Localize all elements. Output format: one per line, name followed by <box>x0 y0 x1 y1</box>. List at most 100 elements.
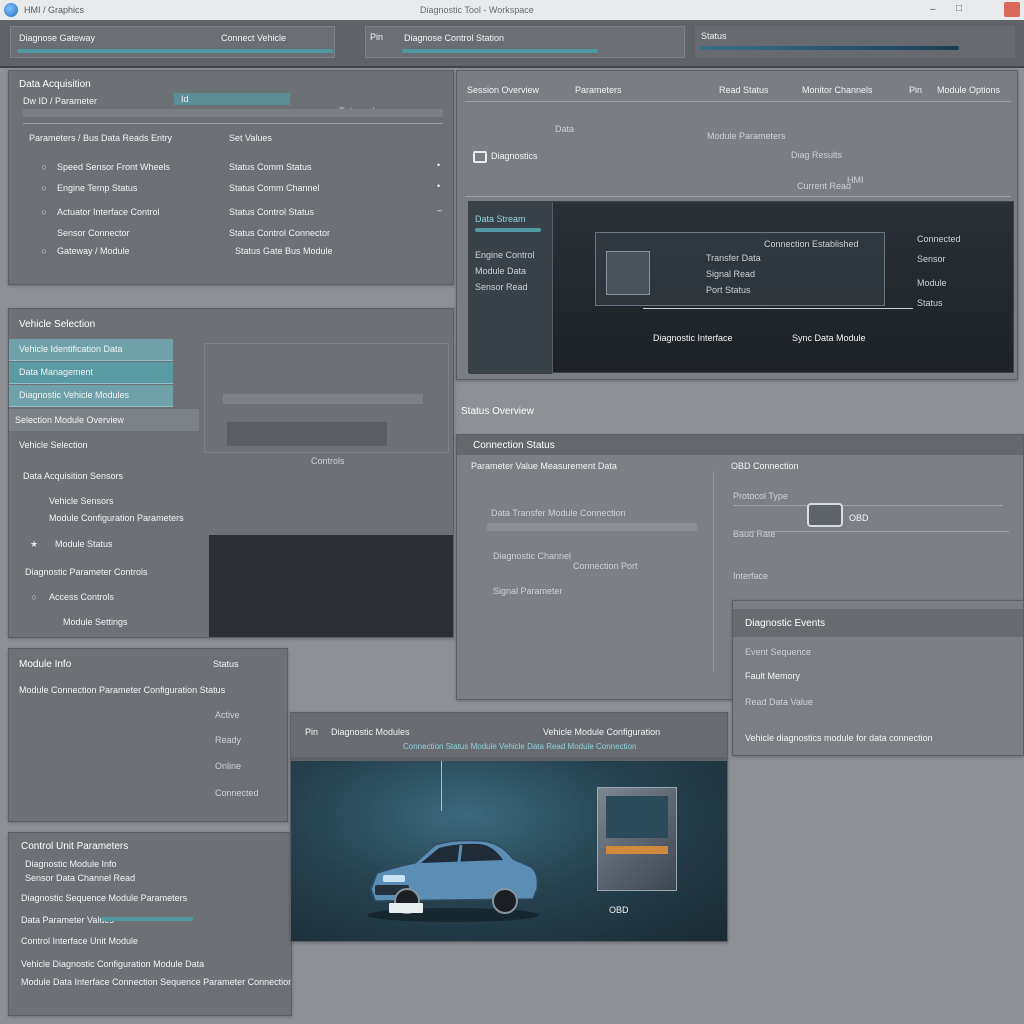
tab-session[interactable]: Session Overview <box>467 85 539 95</box>
module-info-panel: Module Info Status Module Connection Par… <box>8 648 288 822</box>
right-field-label: Protocol Type <box>733 491 788 501</box>
module-overview-row[interactable]: Selection Module Overview <box>9 409 199 431</box>
col-right: Current Read <box>797 181 852 191</box>
toolbar-status-label: Status <box>701 31 727 41</box>
vehicle-selection-panel: Vehicle Selection Vehicle Identification… <box>8 308 454 638</box>
list-item[interactable]: Data Acquisition Sensors <box>23 471 123 481</box>
row-right[interactable]: Status Gate Bus Module <box>235 246 333 256</box>
menu-data-management[interactable]: Data Management <box>9 362 173 384</box>
vehicle-tab-modules[interactable]: Diagnostic Modules <box>331 727 410 737</box>
filter-label: Dw ID / Parameter <box>23 96 98 106</box>
preview-pane <box>209 535 453 637</box>
screen-sidebar-title: Data Stream <box>475 214 526 224</box>
toolbar-control-label: Diagnose Control Station <box>404 33 505 43</box>
list-item[interactable]: Module Settings <box>63 617 128 627</box>
content-area <box>204 343 449 453</box>
session-panel: Session Overview Parameters Read Status … <box>456 70 1018 380</box>
subheader-left: Parameters / Bus Data Reads Entry <box>29 133 173 143</box>
row-bullet-icon: ○ <box>41 183 47 193</box>
screen-sidebar-item[interactable]: Engine Control <box>475 250 535 260</box>
module-info-title: Module Info <box>19 659 72 670</box>
list-item[interactable]: Access Controls <box>49 592 114 602</box>
screen-dialog: Connection Established Transfer Data Sig… <box>595 232 885 306</box>
row-right[interactable]: Status Comm Status <box>229 162 312 172</box>
content-field[interactable] <box>223 394 423 404</box>
window-tab-label[interactable]: HMI / Graphics <box>24 5 84 15</box>
vehicle-tab-configuration[interactable]: Vehicle Module Configuration <box>543 727 660 737</box>
right-header: OBD Connection <box>731 461 799 471</box>
control-unit-line: Module Data Interface Connection Sequenc… <box>21 977 292 987</box>
field-label: Connection Port <box>573 561 638 571</box>
diagnostic-screen: Data Stream Engine Control Module Data S… <box>468 201 1014 374</box>
connection-status-title: Connection Status <box>473 440 555 451</box>
status-overview-caption: Status Overview <box>461 406 534 417</box>
screen-bottom-left: Diagnostic Interface <box>653 333 733 343</box>
screen-sidebar-bar <box>475 228 541 232</box>
list-item[interactable]: Module Configuration Parameters <box>49 513 184 523</box>
dialog-title: Connection Established <box>764 239 859 249</box>
control-unit-title: Control Unit Parameters <box>21 841 129 852</box>
controls-label: Controls <box>311 456 345 466</box>
data-acquisition-title: Data Acquisition <box>19 79 91 90</box>
filter-input[interactable] <box>174 93 290 105</box>
tab-parameters[interactable]: Parameters <box>575 85 622 95</box>
tab-module-options[interactable]: Module Options <box>937 85 1000 95</box>
row-right[interactable]: Status Comm Channel <box>229 183 320 193</box>
row-bullet-icon: ○ <box>41 246 47 256</box>
event-item[interactable]: Fault Memory <box>745 671 800 681</box>
search-field[interactable] <box>23 109 443 117</box>
vehicle-selection-subheader: Vehicle Selection <box>19 440 88 450</box>
row-left[interactable]: Speed Sensor Front Wheels <box>57 162 170 172</box>
tab-monitor[interactable]: Monitor Channels <box>802 85 873 95</box>
list-item[interactable]: Vehicle Sensors <box>49 496 114 506</box>
toolbar-section-gateway[interactable]: Diagnose Gateway Connect Vehicle <box>10 26 335 58</box>
diagnostic-device <box>597 787 677 891</box>
screen-sidebar-item[interactable]: Module Data <box>475 266 526 276</box>
toolbar-section-status[interactable]: Status <box>695 26 1015 58</box>
right-field-line <box>733 505 1003 506</box>
dialog-line: Port Status <box>706 285 751 295</box>
toolbar-section-control[interactable]: Pin Diagnose Control Station <box>365 26 685 58</box>
diagnostic-events-title: Diagnostic Events <box>745 618 826 629</box>
vehicle-tab-pin[interactable]: Pin <box>305 727 318 737</box>
minimize-button[interactable]: – <box>930 4 936 15</box>
right-field-line <box>733 531 1009 532</box>
list-item[interactable]: Diagnostic Parameter Controls <box>25 567 148 577</box>
tab-pin[interactable]: Pin <box>909 85 922 95</box>
maximize-button[interactable]: □ <box>956 3 962 14</box>
menu-vehicle-id[interactable]: Vehicle Identification Data <box>9 339 173 361</box>
row-marker: • <box>437 181 441 191</box>
license-plate <box>389 903 423 913</box>
diagnostics-logo-label: Diagnostics <box>491 151 538 161</box>
content-field[interactable] <box>227 422 387 446</box>
module-info-value: Active <box>215 710 240 720</box>
screen-sidebar-item[interactable]: Sensor Read <box>475 282 528 292</box>
menu-diagnostic-modules[interactable]: Diagnostic Vehicle Modules <box>9 385 173 407</box>
main-toolbar: Diagnose Gateway Connect Vehicle Pin Dia… <box>0 20 1024 68</box>
col-mid: Module Parameters <box>707 131 786 141</box>
field-input[interactable] <box>487 523 697 531</box>
obd-plug-label: OBD <box>849 513 869 523</box>
vehicle-visual-header: Pin Diagnostic Modules Vehicle Module Co… <box>291 713 727 757</box>
cable-line <box>441 761 442 811</box>
module-info-value: Connected <box>215 788 259 798</box>
tab-read-status[interactable]: Read Status <box>719 85 769 95</box>
app-logo-icon <box>4 3 18 17</box>
toolbar-control-bar <box>402 49 598 53</box>
event-item[interactable]: Event Sequence <box>745 647 811 657</box>
row-marker: • <box>437 160 441 170</box>
readout-label: HMI <box>847 175 864 185</box>
row-right[interactable]: Status Control Status <box>229 207 314 217</box>
row-right[interactable]: Status Control Connector <box>229 228 330 238</box>
data-acquisition-panel: Data Acquisition Dw ID / Parameter Id En… <box>8 70 454 285</box>
field-label: Signal Parameter <box>493 586 563 596</box>
row-left[interactable]: Actuator Interface Control <box>57 207 160 217</box>
row-left[interactable]: Sensor Connector <box>57 228 130 238</box>
list-item[interactable]: Module Status <box>55 539 113 549</box>
row-left[interactable]: Engine Temp Status <box>57 183 137 193</box>
field-label: Diagnostic Channel <box>493 551 572 561</box>
row-left[interactable]: Gateway / Module <box>57 246 130 256</box>
close-button[interactable] <box>1004 2 1020 17</box>
event-item[interactable]: Read Data Value <box>745 697 813 707</box>
device-strip <box>606 846 668 854</box>
